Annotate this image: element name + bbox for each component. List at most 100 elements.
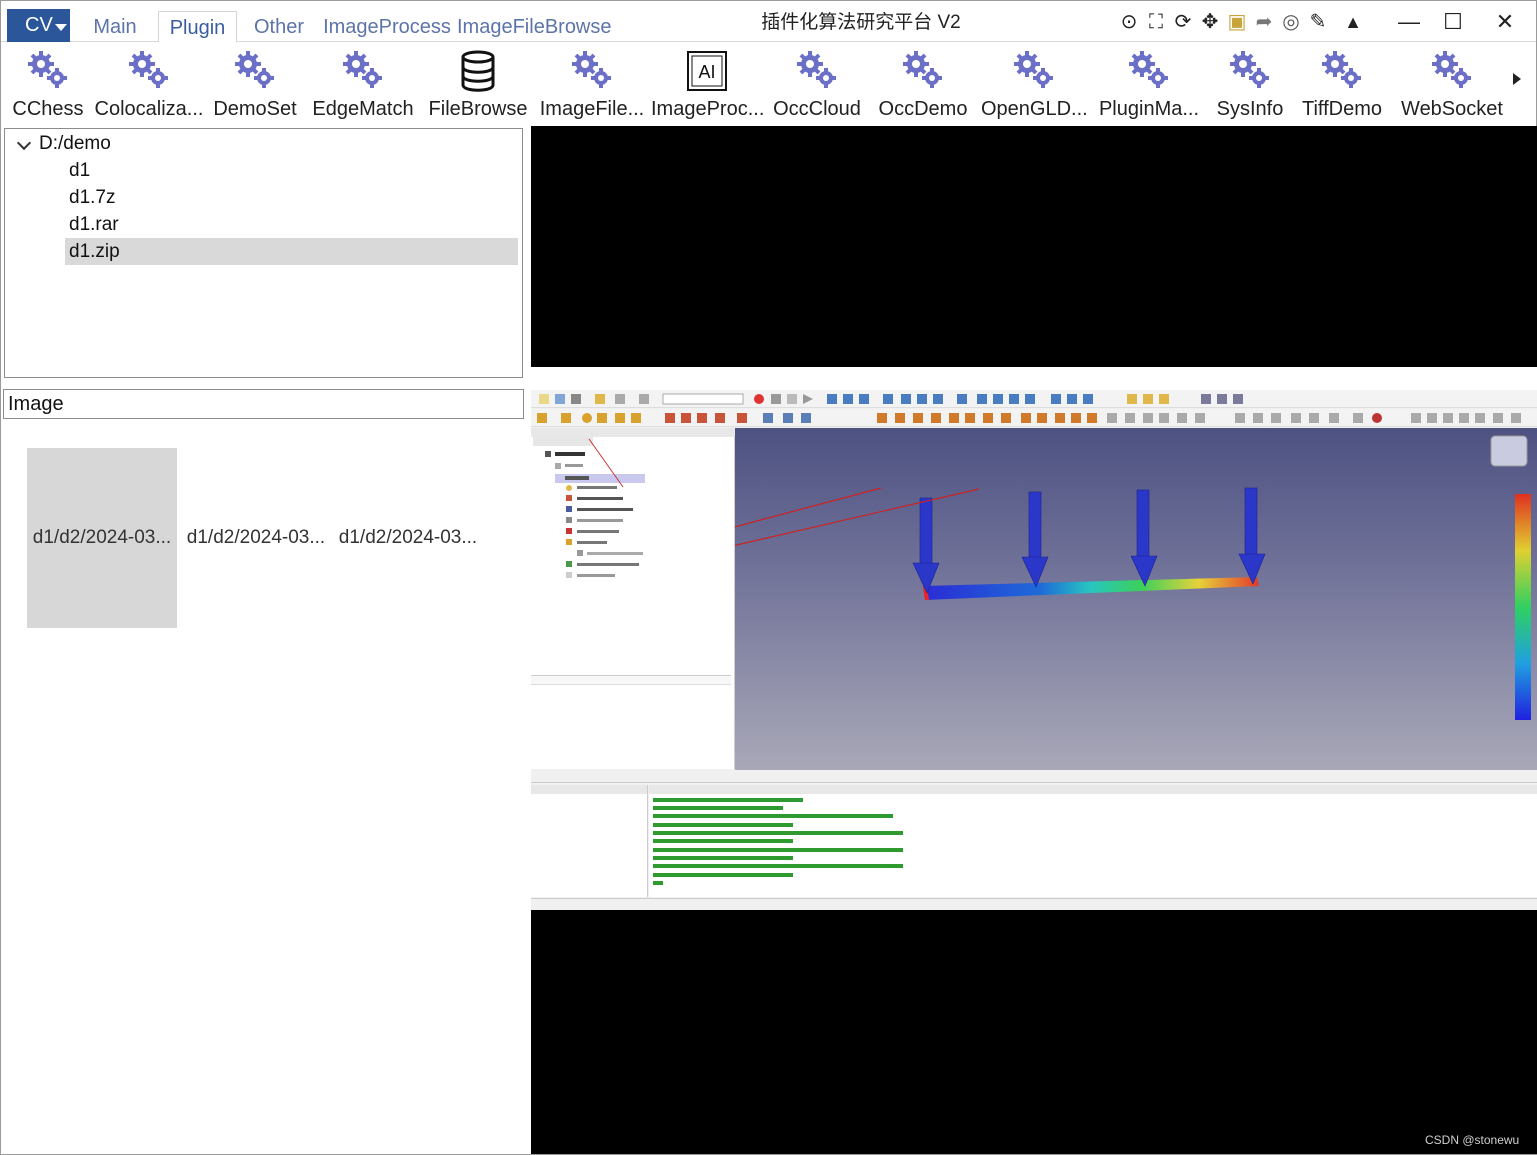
folder-icon[interactable]: ▣ <box>1225 10 1249 34</box>
gear-icon <box>1230 51 1269 88</box>
plugin-label: Colocaliza... <box>94 98 204 120</box>
plugin-imageproc[interactable]: AI ImageProc... <box>651 46 764 122</box>
gear-icon <box>235 51 274 88</box>
embedded-title-bar <box>531 367 1537 380</box>
gear-icon <box>1432 51 1471 88</box>
thumbnail-item[interactable]: d1/d2/2024-03... <box>333 448 483 628</box>
embedded-toolbar-2 <box>531 409 1537 427</box>
embedded-model-tree-picture <box>533 437 645 578</box>
chevron-down-icon[interactable] <box>16 135 32 151</box>
app-title: 插件化算法研究平台 V2 <box>761 12 961 33</box>
main-window: CV Main Plugin Other ImageProcess ImageF… <box>0 0 1537 1155</box>
plugin-occdemo[interactable]: OccDemo <box>879 46 967 122</box>
embedded-console-header <box>649 785 1537 794</box>
gear-icon <box>1322 51 1361 88</box>
plugin-edgematch[interactable]: EdgeMatch <box>312 46 414 122</box>
pen-icon[interactable]: ✎ <box>1306 10 1330 34</box>
tab-imageprocess[interactable]: ImageProcess <box>323 11 451 43</box>
tree-item[interactable]: d1 <box>65 157 517 184</box>
plugin-colocalization[interactable]: Colocaliza... <box>95 46 203 122</box>
chevron-right-icon[interactable] <box>1513 73 1521 85</box>
plugin-label: EdgeMatch <box>312 98 414 120</box>
embedded-status-bar <box>531 898 1537 910</box>
tree-root-label: D:/demo <box>39 133 111 154</box>
embedded-combo-view <box>531 437 735 769</box>
embedded-python-console <box>649 785 1537 897</box>
toolbar-icons-picture <box>539 393 1243 405</box>
plugin-label: WebSocket <box>1401 98 1503 120</box>
fem-toolbar-icons-picture <box>537 413 1521 423</box>
thumbnail-item[interactable]: d1/d2/2024-03... <box>181 448 331 628</box>
plugin-ribbon: CChess Colocaliza... DemoSet EdgeMatch F… <box>1 42 1536 126</box>
share-icon[interactable]: ➦ <box>1252 10 1276 34</box>
gear-icon <box>1014 51 1053 88</box>
displayed-screenshot-image <box>531 367 1537 910</box>
gear-icon <box>28 51 67 88</box>
embedded-combo-view-header <box>531 428 735 437</box>
thumbnail-item[interactable]: d1/d2/2024-03... <box>27 448 177 628</box>
plugin-label: TiffDemo <box>1301 98 1383 120</box>
plugin-filebrowse[interactable]: FileBrowse <box>429 46 527 122</box>
collapse-ribbon-icon[interactable]: ▲ <box>1341 10 1365 34</box>
gear-icon <box>797 51 836 88</box>
plugin-sysinfo[interactable]: SysInfo <box>1217 46 1283 122</box>
close-button[interactable]: ✕ <box>1485 7 1525 37</box>
image-panel-title: Image <box>3 389 524 419</box>
console-lines-picture <box>653 798 903 885</box>
plugin-label: OccCloud <box>773 98 861 120</box>
cv-menu-button[interactable]: CV <box>7 9 70 42</box>
plugin-opengld[interactable]: OpenGLD... <box>981 46 1088 122</box>
plugin-label: OccDemo <box>878 98 968 120</box>
refresh-icon[interactable]: ⟳ <box>1171 10 1195 34</box>
title-tab-bar: CV Main Plugin Other ImageProcess ImageF… <box>1 1 1536 43</box>
plugin-label: PluginMa... <box>1098 98 1200 120</box>
plugin-label: SysInfo <box>1216 98 1284 120</box>
chevron-down-icon <box>55 24 67 31</box>
gear-icon <box>129 51 168 88</box>
gear-icon <box>903 51 942 88</box>
minimize-button[interactable]: — <box>1389 7 1429 37</box>
gear-icon <box>572 51 611 88</box>
embedded-report-header <box>531 785 647 794</box>
embedded-3d-view <box>628 428 1537 770</box>
plugin-label: FileBrowse <box>428 98 528 120</box>
ai-icon: AI <box>687 51 727 91</box>
watermark: CSDN @stonewu <box>1425 1133 1520 1147</box>
gear-icon <box>1129 51 1168 88</box>
tab-plugin[interactable]: Plugin <box>158 11 237 43</box>
plugin-label: ImageProc... <box>651 98 765 120</box>
tree-item[interactable]: d1.7z <box>65 184 517 211</box>
embedded-property-header <box>531 675 731 685</box>
fullscreen-icon[interactable]: ⛶ <box>1144 10 1168 34</box>
tree-root[interactable]: D:/demo <box>11 130 511 157</box>
plugin-label: OpenGLD... <box>981 98 1088 120</box>
target-icon[interactable]: ⊙ <box>1117 10 1141 34</box>
plugin-cchess[interactable]: CChess <box>12 46 84 122</box>
tree-item[interactable]: d1.rar <box>65 211 517 238</box>
plugin-tiffdemo[interactable]: TiffDemo <box>1302 46 1382 122</box>
plugin-imagefile[interactable]: ImageFile... <box>540 46 644 122</box>
embedded-menu-bar <box>531 380 1537 390</box>
plugin-label: DemoSet <box>213 98 297 120</box>
cv-menu-label: CV <box>25 14 53 36</box>
fem-beam-result-picture <box>628 435 1531 720</box>
eye-off-icon[interactable]: ◎ <box>1279 10 1303 34</box>
plugin-pluginmanager[interactable]: PluginMa... <box>1099 46 1199 122</box>
gear-icon <box>343 51 382 88</box>
embedded-toolbar-1 <box>531 390 1537 408</box>
maximize-button[interactable]: ☐ <box>1433 7 1473 37</box>
plugin-websocket[interactable]: WebSocket <box>1401 46 1503 122</box>
tab-imagefilebrowse[interactable]: ImageFileBrowse <box>457 11 612 43</box>
svg-text:AI: AI <box>698 62 715 82</box>
plugin-demoset[interactable]: DemoSet <box>213 46 297 122</box>
file-tree: D:/demo d1 d1.7z d1.rar d1.zip <box>4 128 523 378</box>
tab-main[interactable]: Main <box>81 11 149 43</box>
plugin-occcloud[interactable]: OccCloud <box>773 46 861 122</box>
tree-item-selected[interactable]: d1.zip <box>65 238 518 265</box>
embedded-document-tabs <box>531 770 1537 783</box>
move-icon[interactable]: ✥ <box>1198 10 1222 34</box>
database-icon <box>461 50 495 92</box>
plugin-label: CChess <box>12 98 84 120</box>
tab-other[interactable]: Other <box>245 11 313 43</box>
plugin-label: ImageFile... <box>539 98 645 120</box>
